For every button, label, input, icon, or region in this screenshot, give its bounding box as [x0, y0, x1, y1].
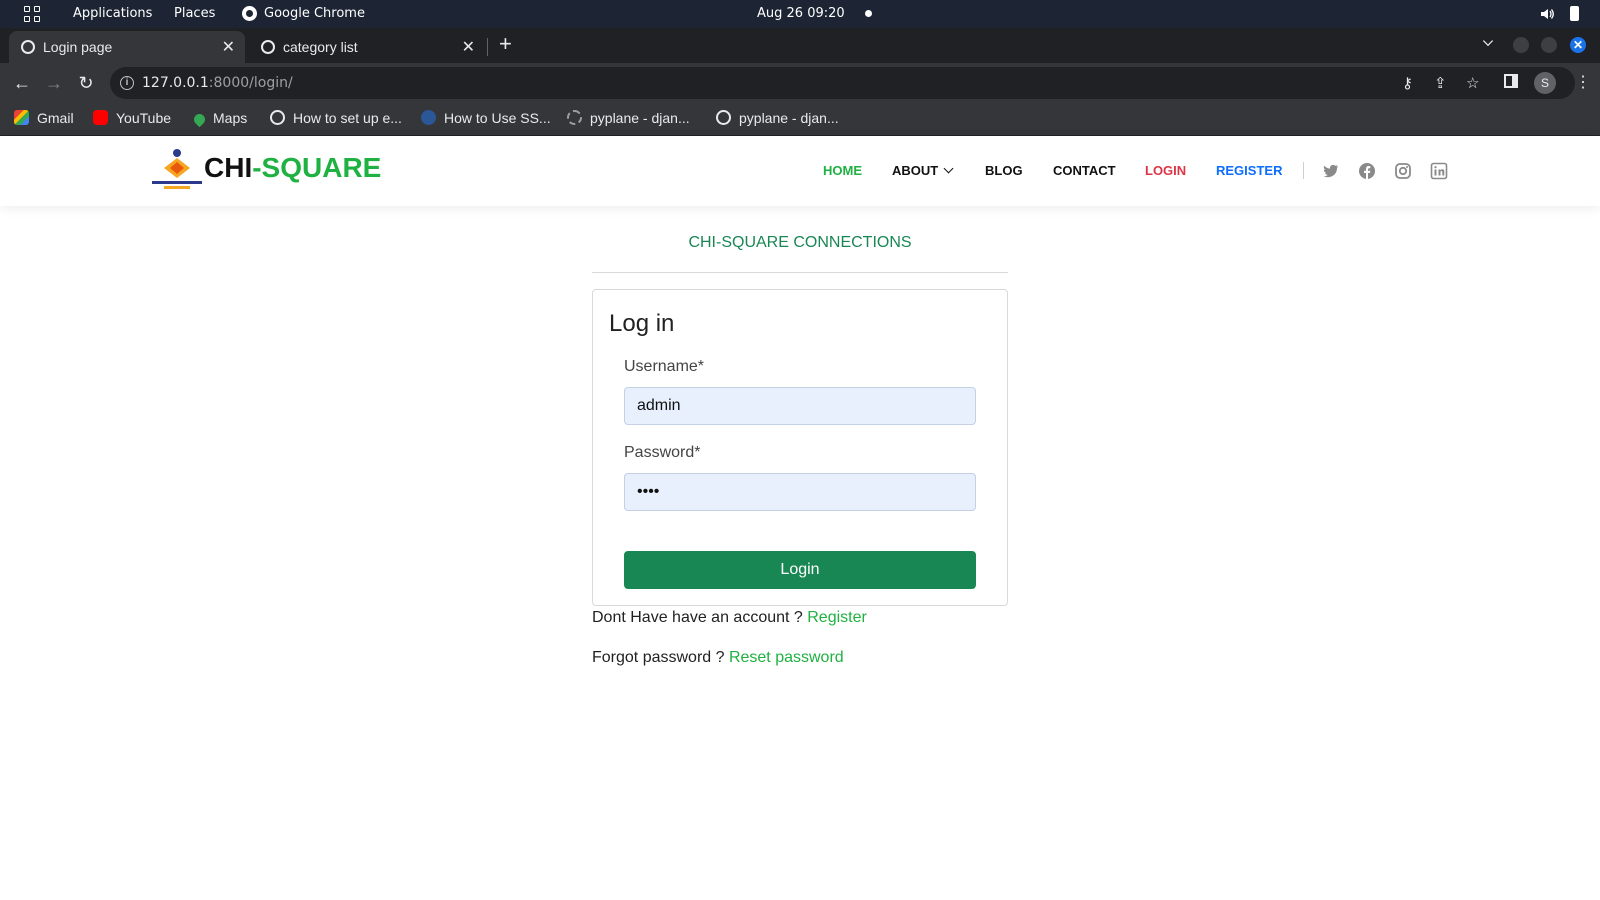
card-title: Log in: [609, 310, 675, 337]
forgot-password-text: Forgot password ?: [592, 649, 729, 666]
new-tab-button[interactable]: +: [499, 32, 512, 56]
globe-icon: [716, 110, 731, 125]
tab-category-list[interactable]: category list ✕: [249, 31, 485, 63]
nav-blog[interactable]: BLOG: [985, 163, 1023, 178]
nav-contact[interactable]: CONTACT: [1053, 163, 1116, 178]
bookmark-label: How to set up e...: [293, 110, 402, 126]
active-app-label[interactable]: Google Chrome: [264, 6, 365, 21]
username-label: Username*: [624, 358, 705, 375]
username-field[interactable]: [624, 387, 976, 425]
linkedin-icon[interactable]: [1430, 162, 1448, 180]
bookmark-gmail[interactable]: Gmail: [14, 110, 74, 126]
bookmark-label: YouTube: [116, 110, 172, 126]
chevron-down-icon: [943, 163, 954, 174]
bookmark-youtube[interactable]: YouTube: [93, 110, 171, 126]
bookmark-setup[interactable]: How to set up e...: [270, 110, 402, 126]
chi-square-logo-icon[interactable]: [150, 148, 204, 192]
notification-dot-icon: [865, 10, 872, 17]
address-bar[interactable]: i 127.0.0.1:8000/login/ ⚷ ⇪ ☆: [110, 67, 1575, 99]
url-host: 127.0.0.1: [142, 75, 209, 91]
bookmark-pyplane-2[interactable]: pyplane - djan...: [716, 110, 839, 126]
login-button[interactable]: Login: [624, 551, 976, 589]
site-header: CHI-SQUARE HOME ABOUT BLOG CONTACT LOGIN…: [0, 136, 1600, 206]
clock[interactable]: Aug 26 09:20: [757, 6, 845, 21]
logo-part-2: -SQUARE: [252, 152, 382, 183]
bookmark-label: Gmail: [37, 110, 74, 126]
chrome-app-icon: [242, 6, 257, 21]
close-icon[interactable]: ✕: [222, 37, 235, 57]
twitter-icon[interactable]: [1322, 162, 1340, 180]
bookmark-pyplane-1[interactable]: pyplane - djan...: [567, 110, 690, 126]
tab-divider: [487, 38, 488, 56]
bookmark-label: pyplane - djan...: [590, 110, 690, 126]
reload-button[interactable]: ↻: [74, 71, 98, 95]
minimize-button[interactable]: [1513, 37, 1529, 53]
tab-login-page[interactable]: Login page ✕: [9, 31, 245, 63]
password-field[interactable]: [624, 473, 976, 511]
bookmarks-bar: Gmail YouTube Maps How to set up e... Ho…: [0, 103, 1600, 136]
instagram-icon[interactable]: [1394, 162, 1412, 180]
loading-icon: [567, 110, 582, 125]
password-label: Password*: [624, 444, 701, 461]
applications-menu[interactable]: Applications: [73, 6, 152, 21]
bookmark-maps[interactable]: Maps: [191, 110, 248, 128]
globe-icon: [270, 110, 285, 125]
bookmark-label: pyplane - djan...: [739, 110, 839, 126]
profile-avatar[interactable]: S: [1534, 72, 1556, 94]
share-icon[interactable]: ⇪: [1434, 74, 1447, 92]
site-info-icon[interactable]: i: [120, 76, 134, 90]
youtube-icon: [93, 110, 108, 125]
tab-title: Login page: [43, 39, 113, 55]
places-menu[interactable]: Places: [174, 6, 215, 21]
nav-divider: [1303, 162, 1304, 179]
browser-toolbar: ← → ↻ i 127.0.0.1:8000/login/ ⚷ ⇪ ☆ S ⋮: [0, 63, 1600, 103]
back-button[interactable]: ←: [10, 71, 34, 95]
nav-login[interactable]: LOGIN: [1145, 163, 1186, 178]
forward-button[interactable]: →: [42, 71, 66, 95]
register-link[interactable]: Register: [807, 609, 867, 626]
site-logo-text[interactable]: CHI-SQUARE: [204, 152, 381, 184]
register-prompt: Dont Have have an account ? Register: [592, 609, 867, 627]
logo-part-1: CHI: [204, 152, 253, 183]
tab-search-chevron-icon[interactable]: [1482, 35, 1494, 47]
bookmark-label: How to Use SS...: [444, 110, 551, 126]
nav-register[interactable]: REGISTER: [1216, 163, 1282, 178]
password-key-icon[interactable]: ⚷: [1402, 74, 1413, 92]
bookmark-label: Maps: [213, 110, 248, 126]
nav-about-label: ABOUT: [892, 163, 939, 178]
divider: [592, 272, 1008, 273]
reset-password-link[interactable]: Reset password: [729, 649, 844, 666]
window-close-button[interactable]: ✕: [1570, 37, 1586, 53]
maximize-button[interactable]: [1541, 37, 1557, 53]
more-menu-icon[interactable]: ⋮: [1575, 72, 1591, 92]
forgot-password-prompt: Forgot password ? Reset password: [592, 649, 844, 667]
bookmark-star-icon[interactable]: ☆: [1466, 74, 1479, 92]
volume-icon[interactable]: [1540, 7, 1554, 21]
register-prompt-text: Dont Have have an account ?: [592, 609, 808, 626]
ssh-site-icon: [421, 110, 436, 125]
bookmark-ssh[interactable]: How to Use SS...: [421, 110, 551, 126]
side-panel-icon[interactable]: [1504, 74, 1518, 88]
close-icon[interactable]: ✕: [462, 37, 475, 57]
tab-strip: Login page ✕ category list ✕ + ✕: [0, 28, 1600, 63]
facebook-icon[interactable]: [1358, 162, 1376, 180]
globe-icon: [21, 40, 35, 54]
apps-grid-icon[interactable]: [24, 6, 40, 22]
tab-title: category list: [283, 39, 358, 55]
maps-icon: [191, 111, 208, 128]
url-text[interactable]: 127.0.0.1:8000/login/: [142, 75, 293, 91]
globe-icon: [261, 40, 275, 54]
gmail-icon: [14, 110, 29, 125]
nav-about[interactable]: ABOUT: [892, 163, 954, 178]
nav-home[interactable]: HOME: [823, 163, 862, 178]
url-path: :8000/login/: [208, 75, 293, 91]
brand-title: CHI-SQUARE CONNECTIONS: [688, 234, 912, 251]
os-top-bar: Applications Places Google Chrome Aug 26…: [0, 0, 1600, 28]
battery-icon[interactable]: [1570, 6, 1579, 21]
login-card: Log in Username* Password* Login: [592, 289, 1008, 606]
